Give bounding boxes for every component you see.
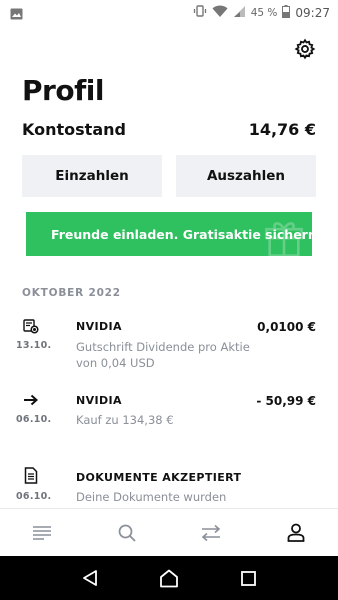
gear-icon — [294, 38, 316, 60]
month-header: OKTOBER 2022 — [22, 287, 121, 299]
battery-percent: 45 % — [250, 6, 278, 19]
balance-row: Kontostand 14,76 € — [22, 118, 316, 140]
withdraw-button[interactable]: Auszahlen — [176, 155, 316, 197]
document-icon — [22, 466, 40, 484]
signal-icon — [233, 5, 246, 21]
battery-icon — [282, 4, 291, 21]
arrow-right-icon — [22, 391, 40, 409]
home-icon — [160, 569, 178, 587]
timeline-amount: - 50,99 € — [256, 394, 316, 408]
timeline-description: Kauf zu 134,38 € — [76, 413, 174, 427]
account-actions: Einzahlen Auszahlen — [22, 155, 316, 197]
timeline-amount: 0,0100 € — [257, 320, 316, 334]
home-button[interactable] — [159, 568, 179, 588]
system-navigation-bar — [0, 556, 338, 600]
wifi-icon — [212, 5, 228, 21]
nav-search[interactable] — [85, 509, 170, 556]
timeline-title: NVIDIA — [76, 394, 122, 407]
page-title: Profil — [22, 74, 104, 107]
profile-icon — [287, 523, 305, 542]
timeline-date: 06.10. — [16, 414, 52, 425]
transfer-icon — [202, 524, 221, 541]
bottom-navigation — [0, 508, 338, 556]
gallery-notification-icon — [10, 5, 23, 24]
back-triangle-icon — [82, 570, 97, 586]
balance-label: Kontostand — [22, 119, 126, 139]
recents-square-icon — [240, 570, 256, 586]
dividend-coins-icon — [22, 317, 40, 335]
deposit-button[interactable]: Einzahlen — [22, 155, 162, 197]
timeline-title: NVIDIA — [76, 320, 122, 333]
nav-profile[interactable] — [254, 509, 338, 556]
timeline-date: 06.10. — [16, 491, 52, 502]
vibrate-icon — [193, 4, 207, 21]
nav-transfer[interactable] — [169, 509, 254, 556]
status-bar: 45 % 09:27 — [0, 0, 338, 24]
feed-icon — [33, 525, 52, 540]
clock: 09:27 — [295, 5, 330, 20]
invite-friends-banner[interactable]: Freunde einladen. Gratisaktie sichern. — [26, 212, 312, 256]
timeline-title: DOKUMENTE AKZEPTIERT — [76, 471, 242, 484]
nav-feed[interactable] — [0, 509, 85, 556]
timeline-description: Gutschrift Dividende pro Aktie von 0,04 … — [76, 340, 250, 370]
back-button[interactable] — [80, 568, 100, 588]
gift-watermark-icon — [265, 222, 303, 256]
timeline-description: Deine Dokumente wurden — [76, 490, 227, 504]
recents-button[interactable] — [238, 568, 258, 588]
settings-button[interactable] — [294, 38, 316, 60]
timeline-date: 13.10. — [16, 340, 52, 351]
search-icon — [118, 524, 136, 542]
balance-value: 14,76 € — [248, 119, 316, 139]
